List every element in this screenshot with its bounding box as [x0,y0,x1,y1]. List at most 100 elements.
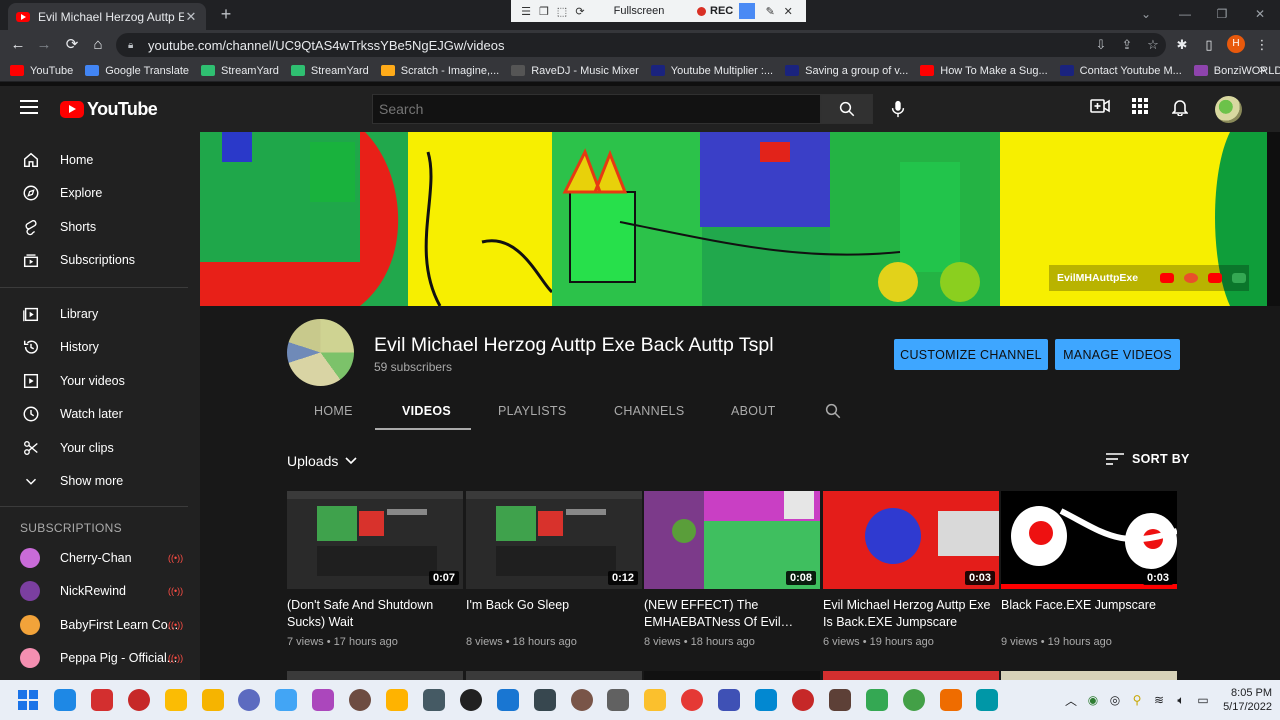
taskbar-app-icon[interactable] [349,689,372,711]
sidebar-item-your-clips[interactable]: Your clips [0,431,188,465]
account-avatar[interactable] [1215,96,1242,123]
close-recorder-icon[interactable]: ✕ [779,5,797,18]
tab-channels[interactable]: CHANNELS [614,404,684,418]
bookmark-item[interactable]: Scratch - Imagine,... [380,65,499,77]
maximize-window-icon[interactable]: ❐ [1207,4,1237,24]
taskbar-app-icon[interactable] [902,689,925,711]
video-thumbnail[interactable]: 0:08 [644,491,820,589]
minimize-window-icon[interactable]: — [1170,4,1200,24]
share-icon[interactable]: ⇪ [1114,37,1140,53]
taskbar-app-icon[interactable] [275,689,298,711]
subscription-item[interactable]: Cherry-Chan ((•)) [0,542,188,574]
bookmark-item[interactable]: Saving a group of v... [785,65,908,77]
bookmark-item[interactable]: Youtube Multiplier :... [650,65,773,77]
video-title[interactable]: (Don't Safe And Shutdown Sucks) Wait [287,597,463,631]
back-arrow-icon[interactable]: ← [8,35,28,55]
fullscreen-label[interactable]: Fullscreen [589,5,689,17]
volume-icon[interactable]: 🔈︎ [1170,693,1192,708]
video-title[interactable]: (NEW EFFECT) The EMHAEBATNess Of Evil… [644,597,820,631]
voice-search-button[interactable] [884,94,912,124]
taskbar-app-icon[interactable] [755,689,777,711]
youtube-link-icon[interactable] [1208,273,1223,283]
sidebar-item-subscriptions[interactable]: Subscriptions [0,243,188,277]
taskbar-app-icon[interactable] [865,689,888,711]
taskbar-app-icon[interactable] [164,689,187,711]
reload-icon[interactable]: ⟳ [62,35,82,55]
search-input[interactable] [372,94,821,124]
video-card[interactable]: 0:07 (Don't Safe And Shutdown Sucks) Wait… [287,491,463,648]
tab-playlists[interactable]: PLAYLISTS [498,404,566,418]
tray-overflow-icon[interactable]: ︿ [1060,692,1082,709]
customize-channel-button[interactable]: CUSTOMIZE CHANNEL [894,339,1048,370]
video-title[interactable]: Evil Michael Herzog Auttp Exe Is Back.EX… [823,597,999,631]
bookmark-item[interactable]: BonziWORLD - The... [1193,65,1280,77]
create-video-icon[interactable] [1089,98,1111,120]
sidebar-item-show-more[interactable]: Show more [0,464,188,498]
taskbar-app-icon[interactable] [939,689,962,711]
taskbar-app-icon[interactable] [422,689,445,711]
wifi-icon[interactable]: ≋ [1148,693,1170,707]
video-card[interactable]: 0:03 Black Face.EXE Jumpscare 9 views • 19… [1001,491,1177,648]
close-tab-icon[interactable]: ✕ [184,9,198,25]
search-button[interactable] [821,94,873,124]
sidebar-item-library[interactable]: Library [0,297,188,331]
taskbar-app-icon[interactable] [386,689,408,711]
more-bookmarks-icon[interactable]: » [1259,62,1266,76]
sidebar-item-history[interactable]: History [0,330,188,364]
flame-link-icon[interactable] [1184,273,1199,283]
manage-videos-button[interactable]: MANAGE VIDEOS [1055,339,1180,370]
taskbar-app-icon[interactable] [459,689,482,711]
taskbar-app-icon[interactable] [791,689,814,711]
tray-app-icon[interactable]: ⚲ [1126,693,1148,707]
video-title[interactable]: Black Face.EXE Jumpscare [1001,597,1177,631]
video-thumbnail[interactable]: 0:03 [1001,491,1177,589]
install-app-icon[interactable]: ⇩ [1088,37,1114,53]
windows-start-icon[interactable] [17,689,39,711]
bookmark-star-icon[interactable]: ☆ [1140,37,1166,53]
tab-search-chevron-icon[interactable]: ⌄ [1131,4,1161,24]
bookmark-item[interactable]: YouTube [10,65,73,77]
tab-home[interactable]: HOME [314,404,353,418]
guide-menu-icon[interactable] [20,100,38,114]
bookmark-item[interactable]: Google Translate [85,65,189,77]
taskbar-app-icon[interactable] [127,689,150,711]
taskbar-app-icon[interactable] [312,689,335,711]
window-icon[interactable]: ❐ [535,5,553,18]
video-thumbnail[interactable]: 0:07 [287,491,463,589]
apps-grid-icon[interactable] [1129,98,1151,120]
bookmark-item[interactable]: StreamYard [290,65,369,77]
sidebar-item-home[interactable]: Home [0,143,188,177]
battery-icon[interactable]: ▭ [1192,693,1214,707]
sidebar-item-watch-later[interactable]: Watch later [0,397,188,431]
video-card[interactable]: 0:12 I'm Back Go Sleep 8 views • 18 hours … [466,491,642,648]
pencil-icon[interactable]: ✎ [761,5,779,18]
youtube-logo[interactable]: YouTube [60,99,158,120]
taskbar-app-icon[interactable] [533,689,556,711]
taskbar-app-icon[interactable] [201,689,224,711]
video-thumbnail[interactable]: 0:03 [823,491,999,589]
sort-by-button[interactable]: SORT BY [1106,452,1190,466]
subscription-item[interactable]: Peppa Pig - Official... ((•)) [0,642,188,674]
sidebar-item-explore[interactable]: Explore [0,176,188,210]
record-button[interactable]: REC [697,5,733,17]
bookmark-item[interactable]: StreamYard [201,65,279,77]
taskbar-app-icon[interactable] [718,689,741,711]
taskbar-app-icon[interactable] [828,689,851,711]
bookmark-item[interactable]: How To Make a Sug... [920,65,1048,77]
subscription-item[interactable]: NickRewind ((•)) [0,575,188,607]
video-thumbnail-row2[interactable] [287,671,463,680]
video-thumbnail-row2[interactable] [466,671,642,680]
menu-icon[interactable]: ☰ [517,5,535,18]
video-card[interactable]: 0:08 (NEW EFFECT) The EMHAEBATNess Of Evi… [644,491,820,648]
browser-tab[interactable]: Evil Michael Herzog Auttp Exe Ba ✕ [8,3,206,30]
tray-app-icon[interactable]: ◎ [1104,693,1126,707]
browser-profile-avatar[interactable]: H [1227,35,1245,53]
browser-home-icon[interactable]: ⌂ [88,35,108,55]
taskbar-app-icon[interactable] [90,689,113,711]
video-thumbnail-row2[interactable] [1001,671,1177,680]
side-panel-icon[interactable]: ▯ [1199,35,1219,55]
taskbar-app-icon[interactable] [644,689,667,711]
tab-about[interactable]: ABOUT [731,404,776,418]
taskbar-app-icon[interactable] [570,689,593,711]
video-thumbnail[interactable]: 0:12 [466,491,642,589]
